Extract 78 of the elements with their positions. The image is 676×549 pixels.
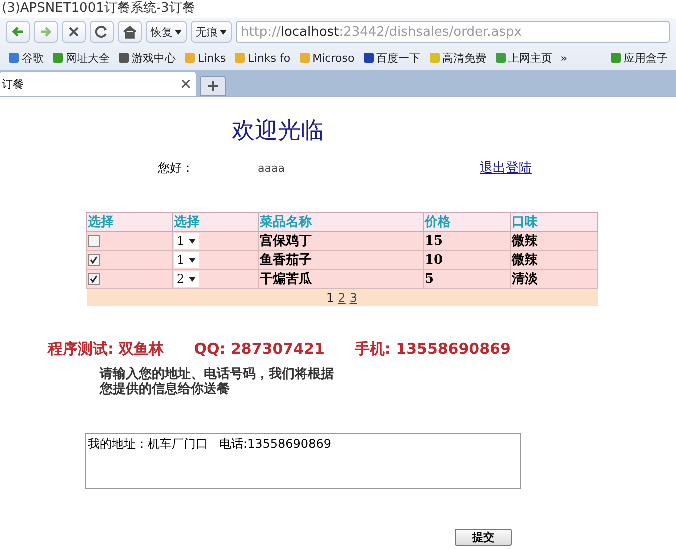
close-icon[interactable] — [182, 80, 190, 88]
page-link[interactable]: 2 — [338, 290, 346, 304]
caret-icon — [188, 258, 196, 262]
bookmark-link[interactable]: 谷歌 — [8, 50, 44, 66]
quantity-dropdown[interactable]: 2 — [174, 271, 199, 287]
taste-cell: 清淡 — [510, 270, 598, 288]
username-text: aaaa — [258, 162, 285, 174]
bookmark-link[interactable]: Microso — [298, 52, 355, 64]
dish-name-cell: 宫保鸡丁 — [258, 232, 424, 250]
dish-name-cell: 干煸苦瓜 — [258, 270, 424, 288]
bookmark-link[interactable]: 游戏中心 — [118, 50, 176, 66]
page-link[interactable]: 1 — [326, 290, 334, 304]
caret-icon — [188, 238, 196, 244]
taste-cell: 微辣 — [510, 232, 598, 250]
page-link[interactable]: 3 — [350, 290, 358, 304]
column-header: 口味 — [510, 212, 598, 232]
plus-icon — [208, 81, 218, 91]
new-tab-button[interactable] — [200, 76, 226, 96]
bookmark-icon — [610, 52, 622, 64]
check-icon — [90, 256, 98, 264]
dish-name-cell: 鱼香茄子 — [258, 250, 424, 270]
taste-cell: 微辣 — [510, 250, 598, 270]
bookmark-link[interactable]: Links fo — [234, 52, 291, 64]
refresh-button[interactable] — [90, 21, 114, 43]
home-button[interactable] — [118, 21, 142, 43]
home-icon — [123, 25, 137, 39]
column-header: 选择 — [172, 212, 258, 232]
promo-text: 程序测试: 双鱼林 — [48, 340, 164, 359]
column-header: 菜品名称 — [258, 212, 424, 232]
caret-icon — [175, 30, 182, 34]
bookmark-icon — [494, 52, 507, 64]
bookmark-link[interactable]: 网址大全 — [52, 50, 110, 66]
window-title: (3)APSNET1001订餐系统-3订餐 — [1, 0, 196, 18]
bookmark-icon — [298, 52, 311, 64]
bookmark-link[interactable]: 上网主页 — [494, 50, 553, 66]
submit-button[interactable]: 提交 — [455, 529, 512, 546]
logout-link[interactable]: 退出登陆 — [480, 159, 532, 177]
bookmark-icon — [184, 52, 196, 64]
bookmark-link[interactable]: 百度一下 — [362, 50, 421, 66]
stop-button[interactable] — [62, 21, 86, 43]
bookmark-link[interactable]: Links — [184, 52, 226, 64]
incognito-button[interactable]: 无痕 — [191, 21, 232, 43]
price-cell: 10 — [424, 250, 510, 270]
bookmark-icon — [52, 52, 64, 64]
row-checkbox[interactable] — [88, 273, 100, 286]
bookmark-icon — [8, 52, 20, 64]
right-arrow-icon — [39, 25, 53, 39]
more-bookmarks-link[interactable]: » — [560, 52, 568, 64]
address-input-field[interactable]: 我的地址：机车厂门口 电话:13558690869 — [85, 433, 521, 489]
quantity-dropdown[interactable]: 1 — [174, 233, 199, 249]
promo-text: QQ: 287307421 — [194, 340, 325, 359]
check-icon — [90, 275, 98, 284]
browser-tab[interactable]: 订餐 — [0, 72, 196, 96]
bookmark-icon — [362, 52, 375, 64]
page-heading: 欢迎光临 — [232, 117, 325, 146]
restore-button[interactable]: 恢复 — [146, 21, 187, 43]
bookmark-icon — [118, 52, 130, 64]
app-box-link[interactable]: 应用盒子 — [610, 50, 668, 66]
greeting-label: 您好： — [158, 160, 194, 176]
quantity-dropdown[interactable]: 1 — [174, 252, 199, 268]
price-cell: 15 — [424, 232, 510, 250]
bookmark-link[interactable]: 高清免费 — [428, 50, 487, 66]
column-header: 价格 — [424, 212, 510, 232]
promo-text: 手机: 13558690869 — [354, 340, 511, 359]
row-checkbox[interactable] — [88, 235, 100, 248]
bookmark-icon — [234, 52, 246, 64]
back-button[interactable] — [6, 21, 30, 43]
left-arrow-icon — [11, 25, 25, 39]
price-cell: 5 — [424, 270, 510, 288]
instruction-text: 请输入您的地址、电话号码，我们将根据 您提供的信息给你送餐 — [100, 367, 335, 397]
bookmark-icon — [428, 52, 441, 64]
row-checkbox[interactable] — [88, 254, 100, 266]
refresh-icon — [95, 25, 109, 39]
close-icon — [68, 26, 80, 38]
column-header: 选择 — [86, 212, 172, 232]
address-bar[interactable]: http://localhost:23442/dishsales/order.aspx — [236, 21, 670, 43]
caret-icon — [220, 30, 227, 34]
caret-icon — [188, 276, 196, 282]
